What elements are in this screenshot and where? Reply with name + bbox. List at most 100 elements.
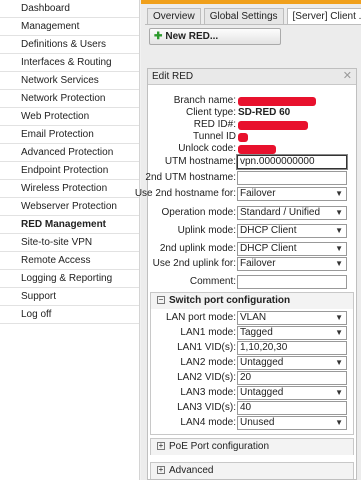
lan4-mode-row: LAN4 mode: Unused ▼	[148, 416, 358, 430]
lan-port-mode-select[interactable]: VLAN ▼	[237, 311, 347, 325]
sidebar-nav: Dashboard Management Definitions & Users…	[0, 0, 140, 480]
use2nd-uplink-value: Failover	[240, 258, 276, 269]
chevron-down-icon: ▼	[335, 388, 343, 397]
sidebar-item-definitions-users[interactable]: Definitions & Users	[0, 36, 139, 54]
use2nd-uplink-label: Use 2nd uplink for:	[152, 258, 236, 269]
sidebar-item-log-off[interactable]: Log off	[0, 306, 139, 324]
utm-hostname-input[interactable]: vpn.0000000000	[237, 155, 347, 169]
close-icon[interactable]: ✕	[343, 69, 352, 84]
tab-global-settings[interactable]: Global Settings	[203, 8, 284, 24]
use2nd-hostname-label: Use 2nd hostname for:	[134, 188, 236, 199]
poe-port-section-header[interactable]: + PoE Port configuration	[151, 439, 353, 455]
main-content: Overview Global Settings [Server] Client…	[135, 0, 361, 480]
chevron-down-icon: ▼	[335, 328, 343, 337]
lan3-vids-row: LAN3 VID(s): 40	[148, 401, 358, 415]
expand-icon[interactable]: +	[157, 466, 165, 475]
chevron-down-icon: ▼	[335, 208, 343, 217]
tab-divider	[145, 24, 361, 25]
sidebar-item-email-protection[interactable]: Email Protection	[0, 126, 139, 144]
sidebar-item-interfaces-routing[interactable]: Interfaces & Routing	[0, 54, 139, 72]
lan2-vids-row: LAN2 VID(s): 20	[148, 371, 358, 385]
sidebar-item-red-management[interactable]: RED Management	[0, 216, 139, 234]
sidebar-item-site-to-site-vpn[interactable]: Site-to-site VPN	[0, 234, 139, 252]
lan3-mode-value: Untagged	[240, 387, 284, 398]
lan3-mode-select[interactable]: Untagged ▼	[237, 386, 347, 400]
dialog-header: Edit RED ✕	[148, 69, 356, 85]
sidebar-item-support[interactable]: Support	[0, 288, 139, 306]
sidebar-item-web-protection[interactable]: Web Protection	[0, 108, 139, 126]
new-red-button[interactable]: ✚ New RED...	[149, 28, 281, 45]
sidebar-item-wireless-protection[interactable]: Wireless Protection	[0, 180, 139, 198]
chevron-down-icon: ▼	[335, 226, 343, 235]
lan-port-mode-value: VLAN	[240, 312, 267, 323]
sidebar-item-dashboard[interactable]: Dashboard	[0, 0, 139, 18]
lan4-mode-select[interactable]: Unused ▼	[237, 416, 347, 430]
lan1-mode-value: Tagged	[240, 327, 273, 338]
tab-overview[interactable]: Overview	[147, 8, 201, 24]
redaction-mark	[238, 97, 316, 106]
lan3-vids-input[interactable]: 40	[237, 401, 347, 415]
sidebar-item-endpoint-protection[interactable]: Endpoint Protection	[0, 162, 139, 180]
lan1-mode-select[interactable]: Tagged ▼	[237, 326, 347, 340]
utm-hostname2-input[interactable]	[237, 171, 347, 185]
comment-row: Comment:	[148, 275, 358, 289]
lan4-mode-value: Unused	[240, 417, 275, 428]
utm-hostname-label: UTM hostname:	[164, 156, 236, 167]
sidebar-item-logging-reporting[interactable]: Logging & Reporting	[0, 270, 139, 288]
edit-red-dialog: Edit RED ✕ Branch name: Client type: SD-…	[135, 68, 358, 480]
uplink2-mode-row: 2nd uplink mode: DHCP Client ▼	[148, 242, 358, 256]
use2nd-hostname-select[interactable]: Failover ▼	[237, 187, 347, 201]
sidebar-item-remote-access[interactable]: Remote Access	[0, 252, 139, 270]
sidebar-item-network-protection[interactable]: Network Protection	[0, 90, 139, 108]
switch-port-section-title: Switch port configuration	[169, 295, 291, 306]
uplink-mode-select[interactable]: DHCP Client ▼	[237, 224, 347, 238]
lan-port-mode-label: LAN port mode:	[165, 312, 236, 323]
sidebar-item-management[interactable]: Management	[0, 18, 139, 36]
chevron-down-icon: ▼	[335, 358, 343, 367]
operation-mode-label: Operation mode:	[161, 207, 237, 218]
tab-server-client[interactable]: [Server] Client ...	[286, 8, 361, 24]
lan2-mode-row: LAN2 mode: Untagged ▼	[148, 356, 358, 370]
use2nd-hostname-row: Use 2nd hostname for: Failover ▼	[135, 187, 358, 201]
lan2-vids-label: LAN2 VID(s):	[177, 372, 236, 383]
plus-icon: ✚	[154, 31, 163, 42]
uplink2-mode-select[interactable]: DHCP Client ▼	[237, 242, 347, 256]
lan1-vids-label: LAN1 VID(s):	[177, 342, 236, 353]
lan-port-mode-row: LAN port mode: VLAN ▼	[148, 311, 358, 325]
accent-bar	[141, 0, 361, 4]
lan4-mode-label: LAN4 mode:	[180, 417, 236, 428]
operation-mode-select[interactable]: Standard / Unified ▼	[237, 206, 347, 220]
unlock-code-label: Unlock code:	[178, 143, 236, 154]
sidebar-item-advanced-protection[interactable]: Advanced Protection	[0, 144, 139, 162]
poe-port-section: + PoE Port configuration	[150, 438, 354, 455]
sidebar-item-webserver-protection[interactable]: Webserver Protection	[0, 198, 139, 216]
collapse-icon[interactable]: −	[157, 296, 165, 305]
use2nd-uplink-select[interactable]: Failover ▼	[237, 257, 347, 271]
lan2-mode-select[interactable]: Untagged ▼	[237, 356, 347, 370]
redaction-mark	[238, 133, 248, 142]
tab-bar: Overview Global Settings [Server] Client…	[147, 8, 361, 24]
advanced-section: + Advanced	[150, 462, 354, 479]
expand-icon[interactable]: +	[157, 442, 165, 451]
operation-mode-row: Operation mode: Standard / Unified ▼	[148, 206, 358, 220]
advanced-section-header[interactable]: + Advanced	[151, 463, 353, 479]
lan1-vids-input[interactable]: 1,10,20,30	[237, 341, 347, 355]
lan1-vids-row: LAN1 VID(s): 1,10,20,30	[148, 341, 358, 355]
operation-mode-value: Standard / Unified	[240, 207, 321, 218]
chevron-down-icon: ▼	[335, 244, 343, 253]
redaction-mark	[238, 121, 308, 130]
switch-port-section-header[interactable]: − Switch port configuration	[151, 293, 353, 309]
sidebar-item-network-services[interactable]: Network Services	[0, 72, 139, 90]
advanced-section-title: Advanced	[169, 465, 214, 476]
lan3-mode-label: LAN3 mode:	[180, 387, 236, 398]
chevron-down-icon: ▼	[335, 313, 343, 322]
lan2-vids-input[interactable]: 20	[237, 371, 347, 385]
chevron-down-icon: ▼	[335, 259, 343, 268]
comment-label: Comment:	[189, 276, 236, 287]
uplink2-mode-label: 2nd uplink mode:	[159, 243, 236, 254]
utm-hostname-row: UTM hostname: vpn.0000000000	[148, 155, 358, 169]
chevron-down-icon: ▼	[335, 189, 343, 198]
comment-input[interactable]	[237, 275, 347, 289]
utm-hostname2-label: 2nd UTM hostname:	[145, 172, 236, 183]
lan3-vids-label: LAN3 VID(s):	[177, 402, 236, 413]
